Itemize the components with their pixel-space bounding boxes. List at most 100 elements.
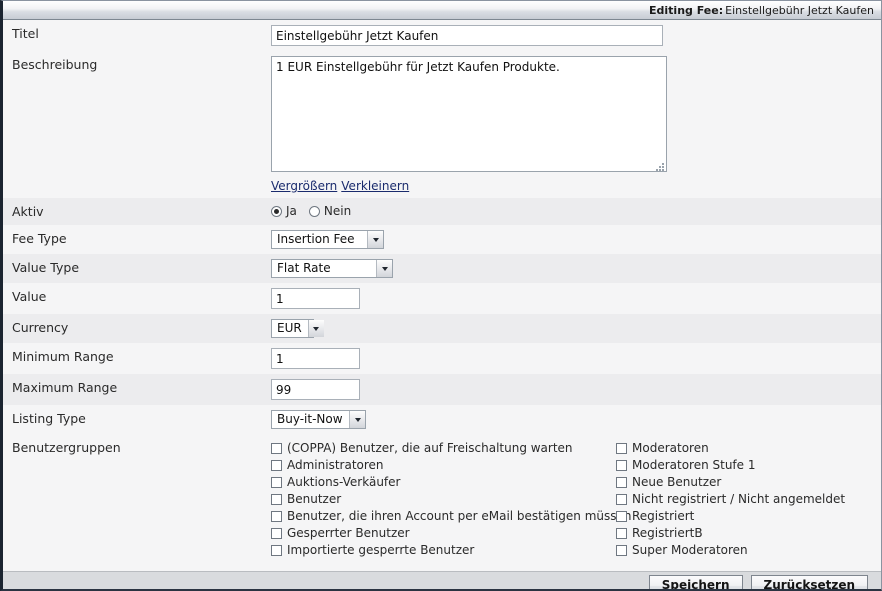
checkbox-unchecked-icon[interactable] <box>271 511 282 522</box>
row-beschreibung: Beschreibung Vergrößern Verkleinern <box>3 51 881 198</box>
aktiv-radio-ja[interactable]: Ja <box>271 204 297 218</box>
label-aktiv: Aktiv <box>12 204 44 219</box>
usergroup-checkbox-row[interactable]: RegistriertB <box>616 526 845 543</box>
titlebar-prefix: Editing Fee: <box>649 3 724 17</box>
field-currency: EUR <box>271 314 881 343</box>
row-minimum-range: Minimum Range <box>3 343 881 374</box>
fee-type-select-value: Insertion Fee <box>277 232 355 246</box>
checkbox-unchecked-icon[interactable] <box>616 460 627 471</box>
fee-editor-window: Editing Fee: Einstellgebühr Jetzt Kaufen… <box>0 0 882 591</box>
checkbox-unchecked-icon[interactable] <box>271 494 282 505</box>
checkbox-unchecked-icon[interactable] <box>271 477 282 488</box>
usergroup-checkbox-row[interactable]: Moderatoren Stufe 1 <box>616 458 845 475</box>
field-value-type: Flat Rate <box>271 254 881 283</box>
minimum-range-input[interactable] <box>271 348 360 369</box>
chevron-down-icon[interactable] <box>307 320 324 337</box>
enlarge-textarea-link[interactable]: Vergrößern <box>271 179 337 193</box>
field-value <box>271 283 881 314</box>
label-benutzergruppen: Benutzergruppen <box>12 440 121 455</box>
usergroup-checkbox-label: Nicht registriert / Nicht angemeldet <box>632 492 846 506</box>
titel-input[interactable] <box>271 25 663 46</box>
listing-type-select-value: Buy-it-Now <box>277 412 343 426</box>
label-value: Value <box>12 289 47 304</box>
usergroup-checkbox-label: Neue Benutzer <box>632 475 722 489</box>
chevron-down-icon[interactable] <box>349 411 365 428</box>
checkbox-unchecked-icon[interactable] <box>271 545 282 556</box>
checkbox-unchecked-icon[interactable] <box>616 443 627 454</box>
usergroup-checkbox-row[interactable]: Gesperrter Benutzer <box>271 526 616 543</box>
titlebar-value: Einstellgebühr Jetzt Kaufen <box>725 3 874 17</box>
usergroup-checkbox-row[interactable]: Nicht registriert / Nicht angemeldet <box>616 492 845 509</box>
usergroup-checkbox-label: Gesperrter Benutzer <box>287 526 410 540</box>
label-fee-type: Fee Type <box>12 231 67 246</box>
radio-selected-icon[interactable] <box>271 205 282 217</box>
field-minimum-range <box>271 343 881 374</box>
chevron-down-icon[interactable] <box>376 260 392 277</box>
checkbox-unchecked-icon[interactable] <box>616 545 627 556</box>
usergroup-column-right: Moderatoren Moderatoren Stufe 1 Neue Benut… <box>616 441 845 560</box>
reset-button[interactable]: Zurücksetzen <box>750 574 868 589</box>
field-maximum-range <box>271 374 881 405</box>
maximum-range-input[interactable] <box>271 379 360 400</box>
listing-type-select[interactable]: Buy-it-Now <box>271 410 366 429</box>
field-titel <box>271 20 881 51</box>
window-titlebar: Editing Fee: Einstellgebühr Jetzt Kaufen <box>3 1 881 20</box>
usergroup-checkbox-label: (COPPA) Benutzer, die auf Freischaltung … <box>287 441 573 455</box>
form-footer: Speichern Zurücksetzen <box>3 571 881 589</box>
shrink-textarea-link[interactable]: Verkleinern <box>341 179 409 193</box>
beschreibung-textarea[interactable] <box>271 56 667 172</box>
currency-select-value: EUR <box>277 321 302 335</box>
checkbox-unchecked-icon[interactable] <box>616 494 627 505</box>
usergroup-checkbox-row[interactable]: Auktions-Verkäufer <box>271 475 616 492</box>
textarea-size-links: Vergrößern Verkleinern <box>271 179 881 193</box>
checkbox-unchecked-icon[interactable] <box>616 511 627 522</box>
usergroup-checkbox-row[interactable]: Benutzer <box>271 492 616 509</box>
field-fee-type: Insertion Fee <box>271 225 881 254</box>
label-minimum-range: Minimum Range <box>12 349 114 364</box>
field-beschreibung: Vergrößern Verkleinern <box>271 51 881 198</box>
row-currency: Currency EUR <box>3 314 881 343</box>
usergroup-checkbox-row[interactable]: (COPPA) Benutzer, die auf Freischaltung … <box>271 441 616 458</box>
usergroup-checkbox-row[interactable]: Importierte gesperrte Benutzer <box>271 543 616 560</box>
usergroup-checkbox-grid: (COPPA) Benutzer, die auf Freischaltung … <box>271 439 881 560</box>
usergroup-checkbox-row[interactable]: Super Moderatoren <box>616 543 845 560</box>
usergroup-checkbox-row[interactable]: Registriert <box>616 509 845 526</box>
label-value-type: Value Type <box>12 260 80 275</box>
usergroup-checkbox-label: Importierte gesperrte Benutzer <box>287 543 475 557</box>
usergroup-checkbox-label: Super Moderatoren <box>632 543 748 557</box>
aktiv-radio-nein[interactable]: Nein <box>308 204 351 218</box>
label-listing-type: Listing Type <box>12 411 86 426</box>
row-titel: Titel <box>3 20 881 51</box>
row-benutzergruppen: Benutzergruppen (COPPA) Benutzer, die au… <box>3 434 881 565</box>
value-type-select[interactable]: Flat Rate <box>271 259 393 278</box>
radio-unselected-icon[interactable] <box>308 205 320 217</box>
usergroup-checkbox-label: RegistriertB <box>632 526 703 540</box>
save-button[interactable]: Speichern <box>648 574 743 589</box>
checkbox-unchecked-icon[interactable] <box>616 477 627 488</box>
checkbox-unchecked-icon[interactable] <box>616 528 627 539</box>
fee-type-select[interactable]: Insertion Fee <box>271 230 384 249</box>
label-titel: Titel <box>12 26 39 41</box>
aktiv-radio-ja-label: Ja <box>286 204 297 218</box>
field-listing-type: Buy-it-Now <box>271 405 881 434</box>
row-fee-type: Fee Type Insertion Fee <box>3 225 881 254</box>
usergroup-checkbox-label: Benutzer <box>287 492 342 506</box>
usergroup-checkbox-label: Administratoren <box>287 458 384 472</box>
usergroup-checkbox-row[interactable]: Administratoren <box>271 458 616 475</box>
row-maximum-range: Maximum Range <box>3 374 881 405</box>
usergroup-checkbox-label: Auktions-Verkäufer <box>287 475 401 489</box>
checkbox-unchecked-icon[interactable] <box>271 460 282 471</box>
checkbox-unchecked-icon[interactable] <box>271 443 282 454</box>
usergroup-checkbox-row[interactable]: Neue Benutzer <box>616 475 845 492</box>
usergroup-checkbox-label: Registriert <box>632 509 695 523</box>
label-beschreibung: Beschreibung <box>12 57 98 72</box>
description-textarea-wrapper <box>271 56 667 175</box>
usergroup-checkbox-label: Moderatoren Stufe 1 <box>632 458 756 472</box>
checkbox-unchecked-icon[interactable] <box>271 528 282 539</box>
usergroup-checkbox-row[interactable]: Benutzer, die ihren Account per eMail be… <box>271 509 631 526</box>
value-input[interactable] <box>271 288 360 309</box>
label-maximum-range: Maximum Range <box>12 380 118 395</box>
chevron-down-icon[interactable] <box>367 231 383 248</box>
usergroup-checkbox-row[interactable]: Moderatoren <box>616 441 845 458</box>
currency-select[interactable]: EUR <box>271 319 324 338</box>
